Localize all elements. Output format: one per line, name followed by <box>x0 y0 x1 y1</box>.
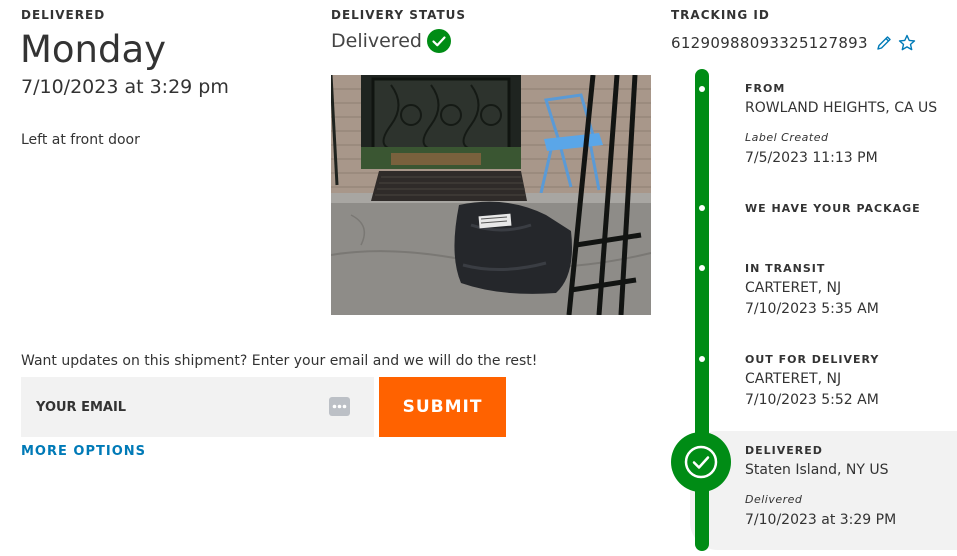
delivered-check-icon <box>671 432 731 492</box>
timeline-event-title: OUT FOR DELIVERY <box>745 353 880 366</box>
timeline-event-location: CARTERET, NJ <box>745 280 842 296</box>
timeline-dot <box>699 86 705 92</box>
tracking-id-label: TRACKING ID <box>671 8 770 22</box>
password-manager-icon[interactable] <box>329 397 350 416</box>
timeline-event-location: ROWLAND HEIGHTS, CA US <box>745 100 938 116</box>
email-field[interactable] <box>21 377 374 437</box>
timeline-event-status: Label Created <box>745 131 829 144</box>
delivered-label: DELIVERED <box>21 8 106 22</box>
timeline-event-location: CARTERET, NJ <box>745 371 842 387</box>
email-field-container <box>21 377 374 437</box>
more-options-link[interactable]: MORE OPTIONS <box>21 444 146 459</box>
timeline-event-time: 7/10/2023 at 3:29 PM <box>745 512 897 528</box>
timeline-event-title: WE HAVE YOUR PACKAGE <box>745 202 921 215</box>
timeline-dot <box>699 205 705 211</box>
timeline-event-time: 7/5/2023 11:13 PM <box>745 150 878 166</box>
star-icon[interactable] <box>898 34 916 52</box>
delivery-status-label: DELIVERY STATUS <box>331 8 467 22</box>
submit-button[interactable]: SUBMIT <box>379 377 506 437</box>
delivery-photo[interactable] <box>331 75 651 315</box>
timeline-event-status: Delivered <box>745 493 803 506</box>
timeline-event-time: 7/10/2023 5:35 AM <box>745 301 879 317</box>
timeline-event-location: Staten Island, NY US <box>745 462 889 478</box>
timeline-dot <box>699 356 705 362</box>
timeline-dot <box>699 265 705 271</box>
delivery-datetime: 7/10/2023 at 3:29 pm <box>21 76 229 98</box>
delivery-day: Monday <box>20 28 167 71</box>
email-updates-prompt: Want updates on this shipment? Enter you… <box>21 353 538 369</box>
timeline-event-title: IN TRANSIT <box>745 262 826 275</box>
timeline-event-time: 7/10/2023 5:52 AM <box>745 392 879 408</box>
delivery-location-note: Left at front door <box>21 132 140 148</box>
check-circle-icon <box>426 29 451 53</box>
tracking-id: 61290988093325127893 <box>671 34 916 52</box>
tracking-number: 61290988093325127893 <box>671 34 868 52</box>
pencil-icon[interactable] <box>876 35 892 51</box>
delivery-status: Delivered <box>331 29 451 53</box>
timeline-event-title: FROM <box>745 82 786 95</box>
timeline-event-title: DELIVERED <box>745 444 823 457</box>
delivery-status-value: Delivered <box>331 30 422 52</box>
